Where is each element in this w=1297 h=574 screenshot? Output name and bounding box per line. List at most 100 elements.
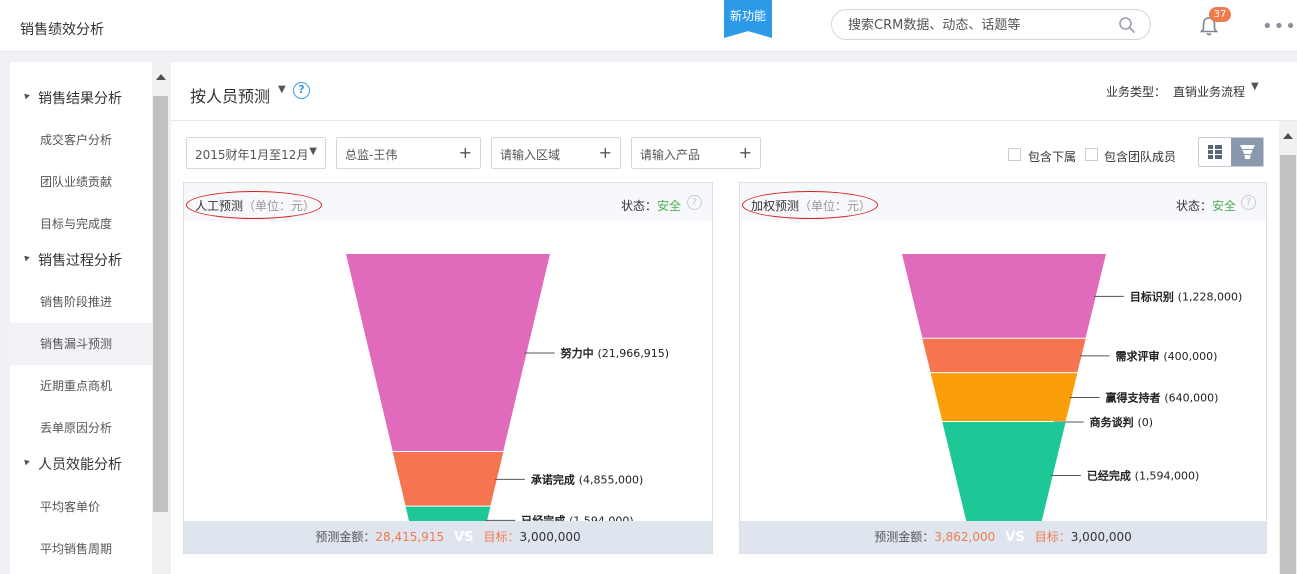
sidebar-group-label: 销售结果分析 (38, 91, 122, 107)
vs-label: VS (1005, 530, 1025, 545)
search-icon[interactable] (1118, 16, 1136, 34)
status: 状态：安全 (621, 197, 681, 214)
sidebar-item-recent-opportunities[interactable]: 近期重点商机 (10, 365, 152, 407)
help-icon[interactable]: ? (1241, 195, 1256, 210)
notification-badge: 37 (1209, 7, 1231, 22)
plus-icon[interactable]: + (459, 143, 472, 162)
sidebar: 销售结果分析 成交客户分析 团队业绩贡献 目标与完成度 销售过程分析 销售阶段推… (10, 62, 169, 574)
top-bar: 销售绩效分析 新功能 37 ••• (0, 0, 1297, 52)
sidebar-item-avg-cycle[interactable]: 平均销售周期 (10, 528, 152, 570)
forecast-label: 预测金额： (315, 530, 376, 544)
funnel-stage-1[interactable] (346, 254, 550, 451)
main-header: 按人员预测 ▼ ? 业务类型： 直销业务流程 ▼ (171, 62, 1297, 121)
region-field[interactable]: 请输入区域 + (491, 137, 621, 169)
plus-icon[interactable]: + (599, 143, 612, 162)
person-value: 总监-王伟 (345, 148, 398, 162)
sidebar-group-sales-process[interactable]: 销售过程分析 (10, 246, 152, 276)
include-team-checkbox[interactable] (1085, 148, 1098, 161)
search-box (831, 9, 1151, 40)
scrollbar-thumb[interactable] (153, 96, 168, 512)
sidebar-item-stage-progress[interactable]: 销售阶段推进 (10, 281, 152, 323)
status: 状态：安全 (1176, 197, 1236, 214)
funnel-icon (1240, 145, 1255, 159)
funnel-stage-1-label: 努力中 (21,966,915) (561, 346, 669, 360)
include-team-label: 包含团队成员 (1104, 150, 1177, 164)
sidebar-group-sales-result[interactable]: 销售结果分析 (10, 84, 152, 114)
sidebar-item-label: 丢单原因分析 (40, 421, 113, 435)
card-unit: （单位：元） (243, 199, 316, 213)
funnel-stage-3[interactable] (930, 373, 1078, 422)
target-value: 3,000,000 (519, 530, 581, 544)
period-value: 2015财年1月至12月 (195, 148, 309, 162)
status-value: 安全 (657, 199, 682, 213)
funnel-view-button[interactable] (1231, 138, 1263, 166)
target-label: 目标： (483, 530, 520, 544)
new-feature-ribbon[interactable]: 新功能 (724, 0, 772, 38)
forecast-value: 3,862,000 (934, 530, 996, 544)
sidebar-item-goal-completion[interactable]: 目标与完成度 (10, 203, 152, 245)
sidebar-scrollbar[interactable] (152, 62, 169, 574)
main-scrollbar[interactable] (1279, 121, 1297, 574)
sidebar-item-label: 目标与完成度 (40, 217, 113, 231)
funnel-stage-2[interactable] (392, 451, 504, 506)
collapse-triangle-icon (22, 91, 30, 100)
scrollbar-thumb[interactable] (1280, 155, 1296, 574)
business-type-label: 业务类型： (1106, 85, 1167, 99)
sidebar-item-deal-customers[interactable]: 成交客户分析 (10, 119, 152, 161)
forecast-value: 28,415,915 (375, 530, 445, 544)
plus-icon[interactable]: + (739, 143, 752, 162)
list-view-button[interactable] (1199, 138, 1231, 166)
card-title-text: 加权预测 (751, 199, 800, 213)
manual-forecast-card: 人工预测（单位：元） 状态：安全 ? 努力中 (21,966,915) 承诺完成 … (183, 182, 713, 554)
funnel-stage-1[interactable] (902, 254, 1106, 338)
sidebar-item-funnel-forecast[interactable]: 销售漏斗预测 (10, 323, 152, 365)
funnel-stage-1-label: 目标识别 (1,228,000) (1130, 289, 1242, 303)
period-select[interactable]: 2015财年1月至12月 ▼ (186, 137, 326, 169)
sidebar-group-label: 人员效能分析 (38, 457, 122, 473)
forecast-label: 预测金额： (874, 530, 935, 544)
more-icon[interactable]: ••• (1262, 16, 1296, 37)
card-header: 人工预测（单位：元） 状态：安全 ? (184, 183, 712, 221)
chevron-down-icon: ▼ (309, 146, 317, 157)
chevron-down-icon[interactable]: ▼ (1251, 81, 1259, 92)
status-label: 状态： (621, 199, 658, 213)
card-footer: 预测金额：28,415,915 VS 目标：3,000,000 (184, 521, 712, 553)
view-toggle (1198, 137, 1264, 167)
page-title[interactable]: 按人员预测 (190, 83, 270, 107)
weighted-forecast-funnel: 目标识别 (1,228,000) 需求评审 (400,000) 赢得支持者 (640… (902, 254, 1242, 523)
sidebar-group-efficiency[interactable]: 人员效能分析 (10, 450, 152, 480)
collapse-triangle-icon (22, 253, 30, 262)
sidebar-item-avg-order[interactable]: 平均客单价 (10, 486, 152, 528)
sidebar-item-loss-reasons[interactable]: 丢单原因分析 (10, 407, 152, 449)
list-view-icon (1208, 145, 1222, 159)
include-subordinates-checkbox[interactable] (1008, 148, 1021, 161)
funnel-stage-2[interactable] (922, 338, 1086, 373)
search-input[interactable] (848, 16, 1108, 34)
sidebar-item-label: 团队业绩贡献 (40, 175, 113, 189)
sidebar-item-team-contribution[interactable]: 团队业绩贡献 (10, 161, 152, 203)
help-icon[interactable]: ? (293, 82, 310, 99)
app-title: 销售绩效分析 (20, 22, 104, 38)
sidebar-item-label: 平均销售周期 (40, 542, 113, 556)
chevron-down-icon[interactable]: ▼ (278, 84, 286, 95)
target-label: 目标： (1034, 530, 1071, 544)
funnel-stage-3-label: 赢得支持者 (640,000) (1106, 391, 1219, 405)
funnel-stage-5[interactable] (942, 422, 1066, 523)
weighted-forecast-card: 加权预测（单位：元） 状态：安全 ? 目标识别 (1,228,000) 需求评审 … (739, 182, 1267, 554)
target-value: 3,000,000 (1070, 530, 1132, 544)
business-type-dropdown[interactable]: 直销业务流程 (1173, 83, 1245, 100)
sidebar-group-label: 销售过程分析 (38, 253, 122, 269)
collapse-triangle-icon (22, 457, 30, 466)
scroll-up-arrow-icon[interactable] (156, 74, 166, 80)
scroll-up-arrow-icon[interactable] (1283, 133, 1293, 139)
help-icon[interactable]: ? (687, 195, 702, 210)
product-field[interactable]: 请输入产品 + (631, 137, 761, 169)
sidebar-item-label: 平均客单价 (40, 500, 101, 514)
card-unit: （单位：元） (799, 199, 872, 213)
card-footer: 预测金额：3,862,000 VS 目标：3,000,000 (740, 521, 1266, 553)
sidebar-item-label: 近期重点商机 (40, 379, 113, 393)
card-title: 加权预测（单位：元） (751, 197, 871, 214)
person-select[interactable]: 总监-王伟 + (336, 137, 481, 169)
funnel-stage-2-label: 承诺完成 (4,855,000) (531, 472, 643, 486)
product-placeholder: 请输入产品 (640, 148, 701, 162)
